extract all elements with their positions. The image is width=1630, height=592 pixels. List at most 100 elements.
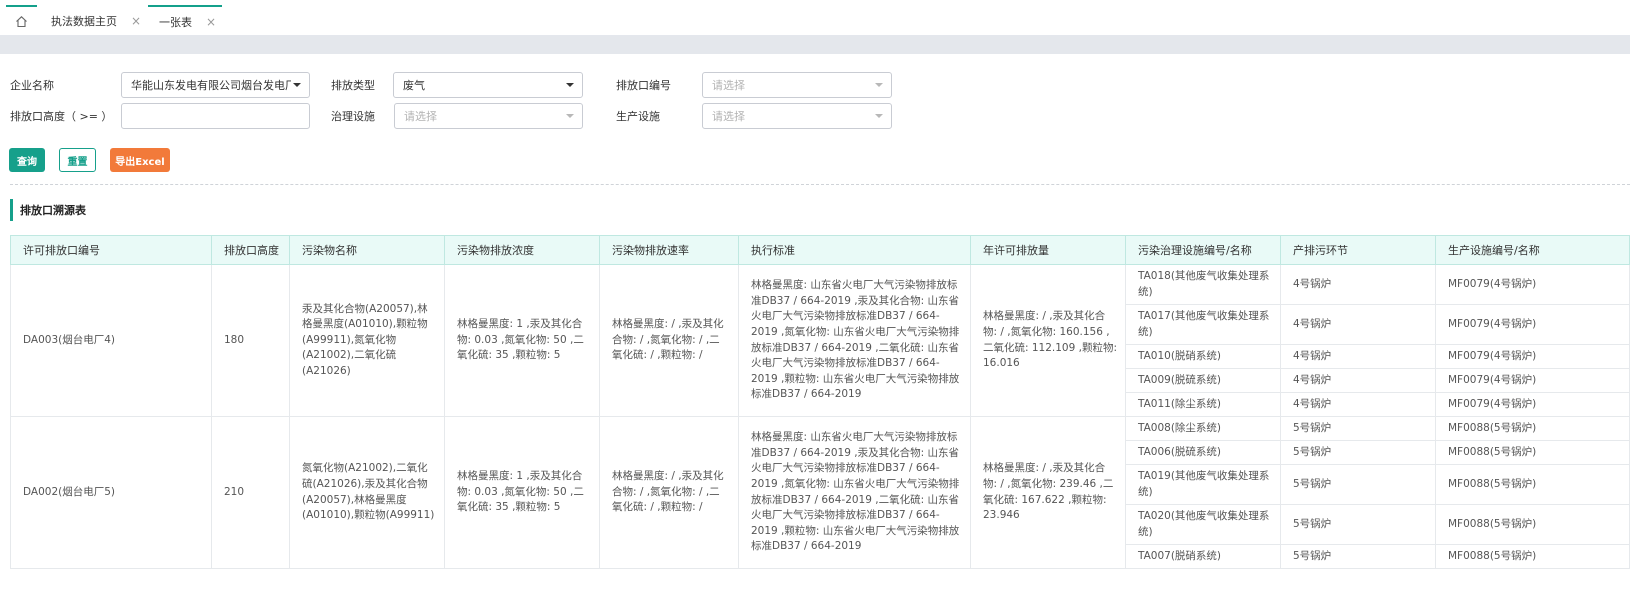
- close-icon[interactable]: ×: [206, 15, 216, 29]
- outlet-no-label: 排放口编号: [616, 79, 671, 92]
- header-treatment-facility: 污染治理设施编号/名称: [1126, 235, 1281, 265]
- header-standard: 执行标准: [739, 235, 971, 265]
- outlet-no-select[interactable]: 请选择: [702, 72, 892, 98]
- table-row-concentration: 林格曼黑度: 1 ,汞及其化合物: 0.03 ,氮氧化物: 50 ,二氧化硫: …: [445, 265, 600, 417]
- subrow-facility: TA011(除尘系统): [1126, 393, 1281, 417]
- pollutants-text: 氮氧化物(A21002),二氧化硫(A21026),汞及其化合物(A20057)…: [302, 462, 435, 522]
- subrow-production: MF0088(5号锅炉): [1436, 441, 1630, 465]
- emission-type-select[interactable]: 废气: [393, 72, 583, 98]
- table-row-outlet: DA002(烟台电厂5): [10, 417, 212, 569]
- production-placeholder: 请选择: [712, 110, 745, 123]
- header-outlet-no: 许可排放口编号: [10, 235, 212, 265]
- section-title: 排放口溯源表: [10, 199, 86, 221]
- subrow-facility: TA010(脱硝系统): [1126, 345, 1281, 369]
- pollutants-text: 汞及其化合物(A20057),林格曼黑度(A01010),颗粒物(A99911)…: [302, 302, 428, 377]
- tab-label: 执法数据主页: [51, 14, 117, 28]
- table-row-height: 180: [212, 265, 290, 417]
- subrow-facility: TA006(脱硫系统): [1126, 441, 1281, 465]
- subrow-facility: TA017(其他废气收集处理系统): [1126, 305, 1281, 345]
- subrow-production: MF0079(4号锅炉): [1436, 393, 1630, 417]
- table-row-annual: 林格曼黑度: / ,汞及其化合物: / ,氮氧化物: 160.156 ,二氧化硫…: [971, 265, 1126, 417]
- header-emission-link: 产排污环节: [1281, 235, 1436, 265]
- table-row-outlet: DA003(烟台电厂4): [10, 265, 212, 417]
- table-row-rate: 林格曼黑度: / ,汞及其化合物: / ,氮氧化物: / ,二氧化硫: / ,颗…: [600, 417, 739, 569]
- subrow-link: 5号锅炉: [1281, 465, 1436, 505]
- subrow-production: MF0079(4号锅炉): [1436, 345, 1630, 369]
- rate-text: 林格曼黑度: / ,汞及其化合物: / ,氮氧化物: / ,二氧化硫: / ,颗…: [612, 470, 724, 514]
- subrow-production: MF0088(5号锅炉): [1436, 417, 1630, 441]
- table-row-standard: 林格曼黑度: 山东省火电厂大气污染物排放标准DB37 / 664-2019 ,汞…: [739, 417, 971, 569]
- subrow-facility: TA020(其他废气收集处理系统): [1126, 505, 1281, 545]
- table-row-height: 210: [212, 417, 290, 569]
- header-rate: 污染物排放速率: [600, 235, 739, 265]
- treatment-placeholder: 请选择: [404, 110, 437, 123]
- tab-label: 一张表: [159, 15, 192, 29]
- header-annual-permit: 年许可排放量: [971, 235, 1126, 265]
- table-row-pollutants: 氮氧化物(A21002),二氧化硫(A21026),汞及其化合物(A20057)…: [290, 417, 445, 569]
- subrow-link: 4号锅炉: [1281, 305, 1436, 345]
- emission-type-value: 废气: [403, 79, 425, 92]
- subrow-production: MF0079(4号锅炉): [1436, 369, 1630, 393]
- subrow-production: MF0088(5号锅炉): [1436, 545, 1630, 569]
- subrow-production: MF0079(4号锅炉): [1436, 305, 1630, 345]
- divider: [10, 184, 1630, 185]
- outlet-no-placeholder: 请选择: [712, 79, 745, 92]
- table-row-pollutants: 汞及其化合物(A20057),林格曼黑度(A01010),颗粒物(A99911)…: [290, 265, 445, 417]
- subrow-link: 5号锅炉: [1281, 441, 1436, 465]
- subrow-facility: TA009(脱硫系统): [1126, 369, 1281, 393]
- export-excel-button[interactable]: 导出Excel: [110, 148, 170, 172]
- subrow-facility: TA008(除尘系统): [1126, 417, 1281, 441]
- subrow-production: MF0088(5号锅炉): [1436, 505, 1630, 545]
- company-select[interactable]: 华能山东发电有限公司烟台发电厂: [121, 72, 310, 98]
- treatment-label: 治理设施: [331, 110, 375, 123]
- gray-band: [0, 36, 1630, 54]
- subrow-link: 5号锅炉: [1281, 545, 1436, 569]
- annual-text: 林格曼黑度: / ,汞及其化合物: / ,氮氧化物: 239.46 ,二氧化硫:…: [983, 462, 1114, 522]
- tab-enforcement-home[interactable]: 执法数据主页 ×: [37, 5, 148, 36]
- table-row-standard: 林格曼黑度: 山东省火电厂大气污染物排放标准DB37 / 664-2019 ,汞…: [739, 265, 971, 417]
- tab-one-table[interactable]: 一张表 ×: [148, 5, 222, 36]
- subrow-production: MF0088(5号锅炉): [1436, 465, 1630, 505]
- table-row-annual: 林格曼黑度: / ,汞及其化合物: / ,氮氧化物: 239.46 ,二氧化硫:…: [971, 417, 1126, 569]
- query-button[interactable]: 查询: [9, 148, 45, 172]
- production-label: 生产设施: [616, 110, 660, 123]
- tab-bar: 执法数据主页 × 一张表 ×: [0, 0, 1630, 36]
- company-value: 华能山东发电有限公司烟台发电厂: [131, 79, 291, 92]
- header-pollutant-name: 污染物名称: [290, 235, 445, 265]
- concentration-text: 林格曼黑度: 1 ,汞及其化合物: 0.03 ,氮氧化物: 50 ,二氧化硫: …: [457, 470, 584, 514]
- subrow-link: 5号锅炉: [1281, 505, 1436, 545]
- chevron-down-icon: [875, 83, 883, 87]
- subrow-facility: TA019(其他废气收集处理系统): [1126, 465, 1281, 505]
- subrow-link: 4号锅炉: [1281, 265, 1436, 305]
- subrow-link: 4号锅炉: [1281, 393, 1436, 417]
- emission-type-label: 排放类型: [331, 79, 375, 92]
- subrow-production: MF0079(4号锅炉): [1436, 265, 1630, 305]
- table-row-rate: 林格曼黑度: / ,汞及其化合物: / ,氮氧化物: / ,二氧化硫: / ,颗…: [600, 265, 739, 417]
- height-input[interactable]: [121, 103, 310, 129]
- chevron-down-icon: [566, 114, 574, 118]
- home-icon: [16, 16, 27, 28]
- treatment-select[interactable]: 请选择: [394, 103, 583, 129]
- close-icon[interactable]: ×: [131, 14, 141, 28]
- chevron-down-icon: [566, 83, 574, 87]
- table-row-concentration: 林格曼黑度: 1 ,汞及其化合物: 0.03 ,氮氧化物: 50 ,二氧化硫: …: [445, 417, 600, 569]
- subrow-link: 4号锅炉: [1281, 369, 1436, 393]
- production-select[interactable]: 请选择: [702, 103, 892, 129]
- header-concentration: 污染物排放浓度: [445, 235, 600, 265]
- subrow-facility: TA007(脱硝系统): [1126, 545, 1281, 569]
- subrow-facility: TA018(其他废气收集处理系统): [1126, 265, 1281, 305]
- annual-text: 林格曼黑度: / ,汞及其化合物: / ,氮氧化物: 160.156 ,二氧化硫…: [983, 310, 1118, 370]
- subrow-link: 4号锅炉: [1281, 345, 1436, 369]
- subrow-link: 5号锅炉: [1281, 417, 1436, 441]
- standard-text: 林格曼黑度: 山东省火电厂大气污染物排放标准DB37 / 664-2019 ,汞…: [751, 431, 960, 553]
- rate-text: 林格曼黑度: / ,汞及其化合物: / ,氮氧化物: / ,二氧化硫: / ,颗…: [612, 318, 724, 362]
- chevron-down-icon: [293, 83, 301, 87]
- height-label: 排放口高度（ >= ）: [10, 110, 113, 123]
- standard-text: 林格曼黑度: 山东省火电厂大气污染物排放标准DB37 / 664-2019 ,汞…: [751, 279, 960, 401]
- chevron-down-icon: [875, 114, 883, 118]
- reset-button[interactable]: 重置: [59, 148, 96, 172]
- header-height: 排放口高度: [212, 235, 290, 265]
- concentration-text: 林格曼黑度: 1 ,汞及其化合物: 0.03 ,氮氧化物: 50 ,二氧化硫: …: [457, 318, 584, 362]
- tab-home[interactable]: [6, 5, 37, 36]
- header-production-facility: 生产设施编号/名称: [1436, 235, 1630, 265]
